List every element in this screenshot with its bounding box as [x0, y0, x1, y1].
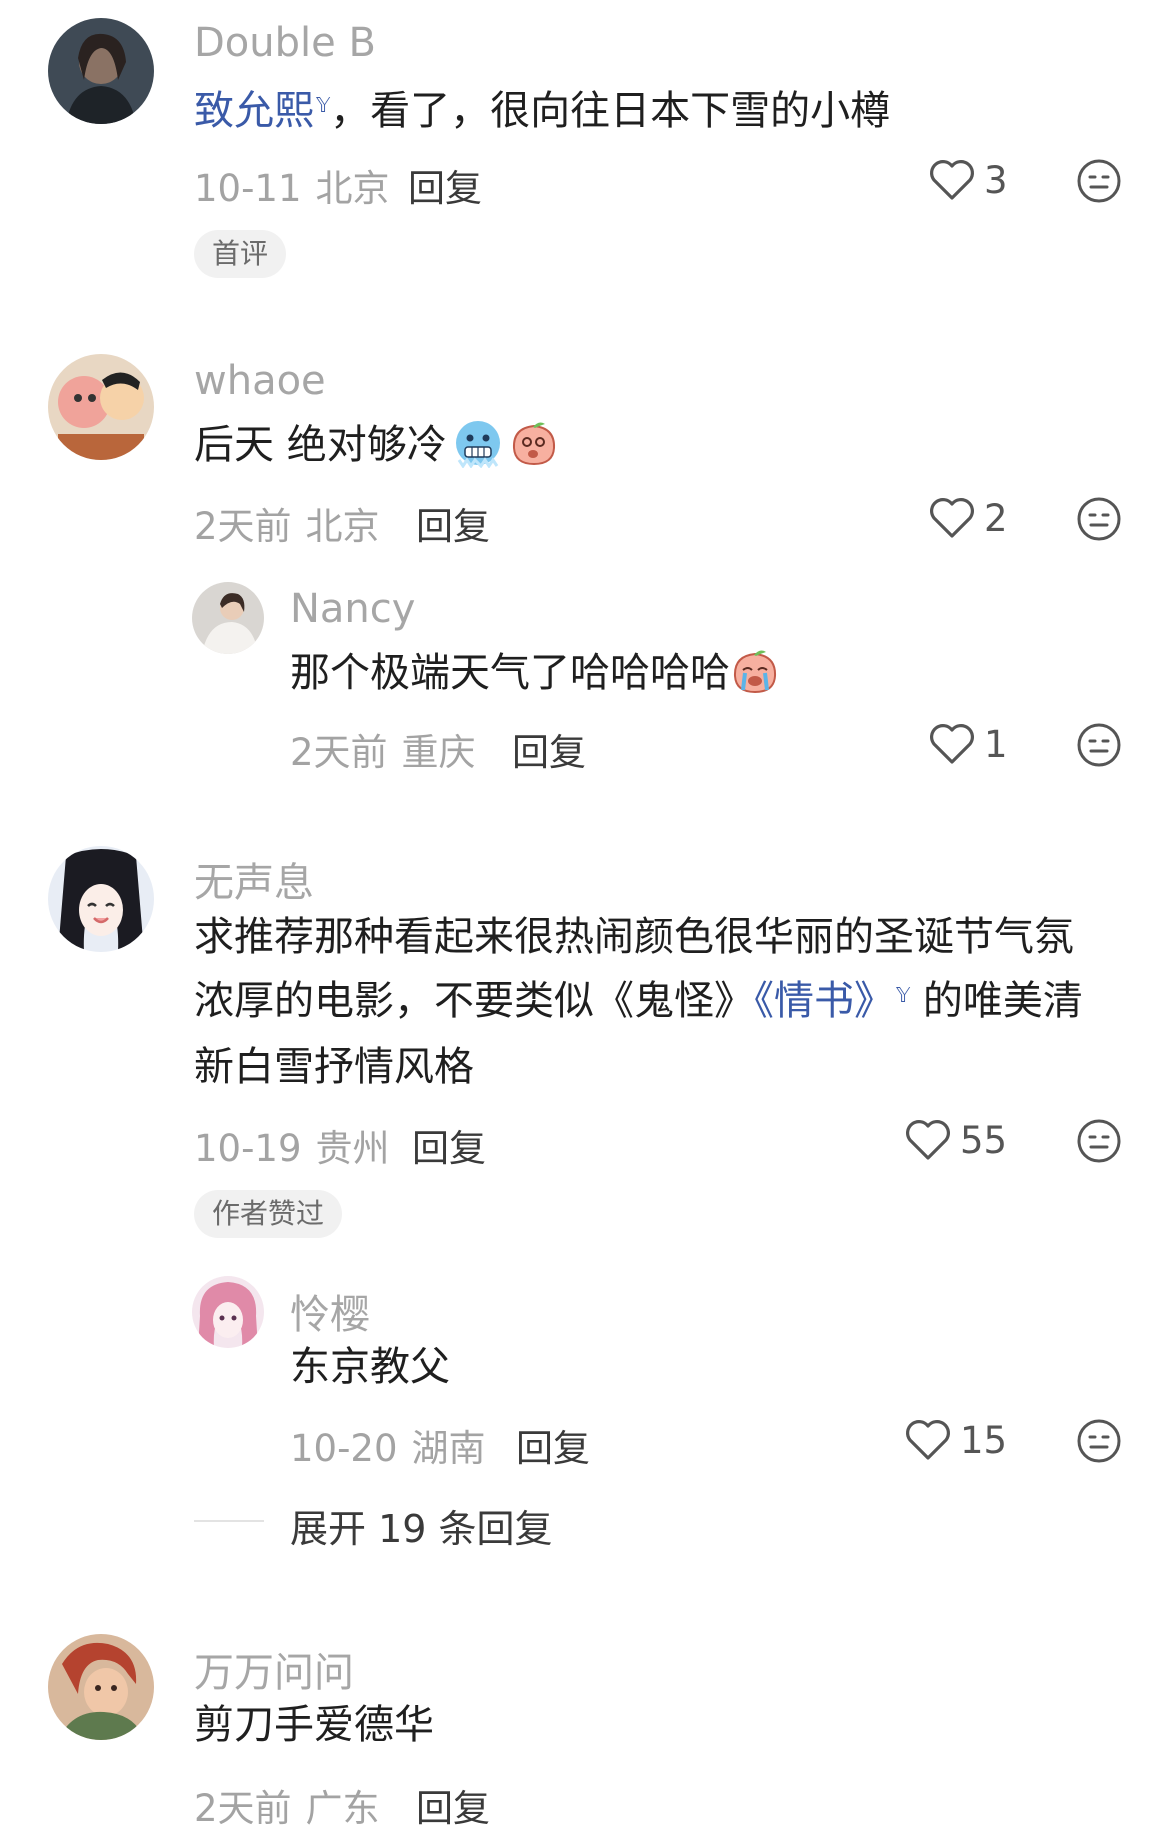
comment-date: 10-19	[194, 1127, 302, 1170]
comment-text-rest: 的唯美清	[910, 978, 1083, 1024]
first-comment-badge: 首评	[194, 230, 287, 278]
avatar[interactable]	[48, 846, 154, 952]
comment-text-line2: 浓厚的电影，不要类似《鬼怪》《情书》 𝕐 的唯美清	[194, 968, 1083, 1034]
like-button[interactable]: 1	[928, 722, 1008, 766]
like-count: 55	[960, 1118, 1008, 1162]
author-liked-badge: 作者赞过	[194, 1190, 343, 1238]
comment-location: 贵州	[315, 1127, 390, 1170]
comment-location: 北京	[315, 167, 390, 210]
comment-meta: 2天前 北京	[194, 496, 380, 550]
username[interactable]: Nancy	[290, 586, 415, 632]
comment-text-rest: ，看了，很向往日本下雪的小樽	[330, 88, 891, 134]
like-button[interactable]: 15	[904, 1418, 1007, 1462]
reply-button[interactable]: 回复	[516, 1418, 590, 1472]
avatar[interactable]	[192, 582, 264, 654]
username[interactable]: Double B	[194, 20, 376, 66]
comment-location: 重庆	[401, 731, 476, 774]
comment-date: 2天前	[290, 731, 388, 774]
like-button[interactable]: 2	[928, 496, 1008, 540]
search-mark-icon: 𝕐	[316, 93, 331, 117]
comment-meta: 2天前 广东	[194, 1778, 380, 1832]
heart-outline-icon	[930, 498, 974, 538]
comment-location: 北京	[305, 505, 380, 548]
like-count: 1	[984, 722, 1008, 766]
like-button[interactable]: 3	[928, 158, 1008, 202]
comment-date: 10-11	[194, 167, 302, 210]
heart-outline-icon	[930, 724, 974, 764]
comment-meta: 10-19 贵州	[194, 1118, 390, 1172]
reply-button[interactable]: 回复	[416, 1778, 490, 1832]
avatar[interactable]	[48, 1634, 154, 1740]
comment-date: 2天前	[194, 1787, 292, 1830]
comment-text-body: 后天 绝对够冷	[194, 422, 447, 468]
comment-date: 2天前	[194, 505, 292, 548]
comment-date: 10-20	[290, 1427, 398, 1470]
comment-text: 后天 绝对够冷	[194, 412, 559, 478]
comment-meta: 2天前 重庆	[290, 722, 476, 776]
peach-shy-emoji	[512, 422, 555, 466]
comment-text: 剪刀手爱德华	[194, 1702, 434, 1748]
username[interactable]: 万万问问	[194, 1640, 354, 1698]
freezing-face-emoji	[455, 421, 500, 468]
username[interactable]: whaoe	[194, 358, 326, 404]
avatar[interactable]	[192, 1276, 264, 1348]
search-link[interactable]: 《情书》	[754, 978, 894, 1024]
like-button[interactable]: 55	[904, 1118, 1007, 1162]
search-link[interactable]: 致允熙	[194, 88, 314, 134]
comment-text-line3: 新白雪抒情风格	[194, 1044, 474, 1090]
like-count: 3	[984, 158, 1008, 202]
peach-cry-emoji	[733, 650, 777, 694]
comment-text-line1: 求推荐那种看起来很热闹颜色很华丽的圣诞节气氛	[194, 914, 1074, 960]
comment-text: 那个极端天气了哈哈哈哈	[290, 640, 780, 706]
reply-button[interactable]: 回复	[512, 722, 586, 776]
username[interactable]: 无声息	[194, 850, 314, 908]
like-count: 15	[960, 1418, 1008, 1462]
dislike-face-icon[interactable]	[1076, 496, 1122, 542]
comment-text: 东京教父	[290, 1344, 450, 1390]
expand-replies-button[interactable]: 展开 19 条回复	[290, 1498, 553, 1553]
like-count: 2	[984, 496, 1008, 540]
reply-button[interactable]: 回复	[416, 496, 490, 550]
dislike-face-icon[interactable]	[1076, 158, 1122, 204]
comment-meta: 10-20 湖南	[290, 1418, 486, 1472]
comment-text: 致允熙 𝕐，看了，很向往日本下雪的小樽	[194, 78, 890, 144]
comment-meta: 10-11 北京	[194, 158, 390, 212]
avatar[interactable]	[48, 18, 154, 124]
comment-text-body: 浓厚的电影，不要类似《鬼怪》	[194, 978, 754, 1024]
comment-text-body: 那个极端天气了哈哈哈哈	[290, 650, 730, 696]
expand-divider	[194, 1520, 264, 1522]
comment-location: 湖南	[411, 1427, 486, 1470]
search-mark-icon: 𝕐	[896, 983, 911, 1007]
reply-button[interactable]: 回复	[412, 1118, 486, 1172]
dislike-face-icon[interactable]	[1076, 1118, 1122, 1164]
avatar[interactable]	[48, 354, 154, 460]
heart-outline-icon	[906, 1420, 950, 1460]
reply-button[interactable]: 回复	[408, 158, 482, 212]
dislike-face-icon[interactable]	[1076, 1418, 1122, 1464]
username[interactable]: 怜樱	[290, 1282, 370, 1340]
dislike-face-icon[interactable]	[1076, 722, 1122, 768]
comment-location: 广东	[305, 1787, 380, 1830]
heart-outline-icon	[930, 160, 974, 200]
heart-outline-icon	[906, 1120, 950, 1160]
